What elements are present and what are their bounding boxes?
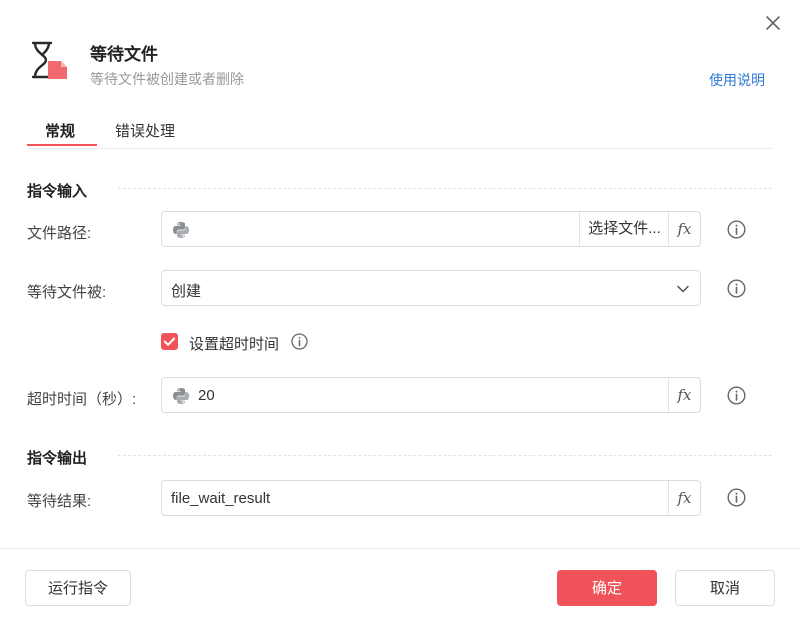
timeout-value: 20 <box>198 387 215 404</box>
select-file-button[interactable]: 选择文件... <box>579 212 669 246</box>
python-icon <box>173 388 189 404</box>
info-icon[interactable] <box>727 279 746 298</box>
fx-button[interactable]: fx <box>668 378 700 412</box>
confirm-button[interactable]: 确定 <box>557 570 657 606</box>
info-icon[interactable] <box>291 333 308 350</box>
info-icon[interactable] <box>727 488 746 507</box>
result-variable-value: file_wait_result <box>171 490 271 507</box>
input-section-title: 指令输入 <box>27 183 88 200</box>
fx-button[interactable]: fx <box>668 481 700 515</box>
file-path-label: 文件路径: <box>27 225 92 242</box>
active-tab-indicator <box>27 144 97 146</box>
timeout-field[interactable]: 20 fx <box>161 377 701 413</box>
dialog-title: 等待文件 <box>90 45 158 64</box>
result-label: 等待结果: <box>27 493 92 510</box>
run-command-button[interactable]: 运行指令 <box>25 570 131 606</box>
section-divider <box>118 455 772 456</box>
file-path-field[interactable]: 选择文件... fx <box>161 211 701 247</box>
fx-button[interactable]: fx <box>668 212 700 246</box>
wait-for-selected-value: 创建 <box>171 283 202 300</box>
timeout-checkbox[interactable] <box>161 333 178 350</box>
check-icon <box>163 337 176 346</box>
section-divider <box>118 188 772 189</box>
info-icon[interactable] <box>727 386 746 405</box>
python-icon <box>173 222 189 238</box>
wait-file-icon <box>31 41 67 79</box>
close-icon[interactable] <box>763 13 783 33</box>
dialog-subtitle: 等待文件被创建或者删除 <box>90 71 244 87</box>
tab-bar: 常规 错误处理 <box>27 112 772 149</box>
wait-file-dialog: 等待文件 等待文件被创建或者删除 使用说明 常规 错误处理 指令输入 文件路径:… <box>0 0 800 627</box>
footer-divider <box>0 548 800 549</box>
timeout-label: 超时时间（秒）: <box>27 391 137 408</box>
chevron-down-icon <box>677 285 689 293</box>
info-icon[interactable] <box>727 220 746 239</box>
wait-for-label: 等待文件被: <box>27 284 107 301</box>
cancel-button[interactable]: 取消 <box>675 570 775 606</box>
tab-general[interactable]: 常规 <box>45 120 75 147</box>
result-variable-field[interactable]: file_wait_result fx <box>161 480 701 516</box>
timeout-checkbox-label[interactable]: 设置超时时间 <box>189 333 279 354</box>
tab-error-handling[interactable]: 错误处理 <box>115 120 175 147</box>
wait-for-select[interactable]: 创建 <box>161 270 701 306</box>
output-section-title: 指令输出 <box>27 450 88 467</box>
help-link[interactable]: 使用说明 <box>709 70 765 90</box>
